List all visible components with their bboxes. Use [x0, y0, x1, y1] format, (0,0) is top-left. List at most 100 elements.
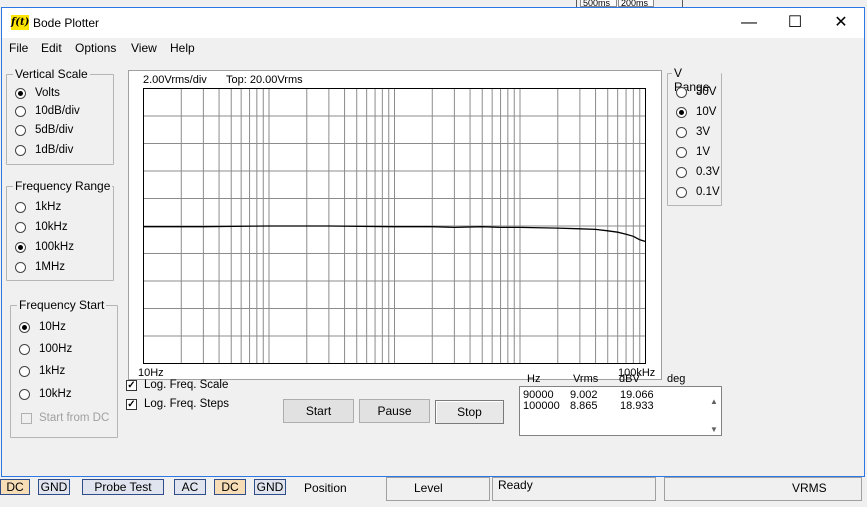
radio-label: 1MHz — [35, 261, 66, 273]
radio-10v[interactable]: 10V — [676, 104, 716, 120]
probe-test-button[interactable]: Probe Test — [82, 479, 164, 495]
radio-label: 0.3V — [696, 166, 720, 178]
radio-button[interactable] — [15, 201, 26, 213]
radio-label: 10V — [696, 106, 717, 118]
menu-options[interactable]: Options — [75, 41, 116, 55]
menu-file[interactable]: File — [9, 41, 28, 55]
pause-button[interactable]: Pause — [359, 399, 430, 423]
menu-view[interactable]: View — [131, 41, 157, 55]
log-freq-scale-checkbox[interactable]: ✓ Log. Freq. Scale — [126, 377, 228, 393]
radio-label: 10kHz — [35, 221, 68, 233]
readout-header-vrms: Vrms — [573, 373, 599, 385]
vertical-scale-group: Vertical Scale Volts 10dB/div 5dB/div 1d… — [6, 67, 114, 165]
menu-edit[interactable]: Edit — [41, 41, 62, 55]
radio-button[interactable] — [676, 146, 687, 158]
radio-label: 10kHz — [39, 388, 72, 400]
radio-100hz[interactable]: 100Hz — [19, 341, 72, 357]
close-button[interactable]: ✕ — [818, 8, 864, 38]
radio-button[interactable] — [19, 343, 30, 355]
bode-plot-area[interactable] — [143, 88, 646, 364]
radio-3v[interactable]: 3V — [676, 124, 710, 140]
top-value-label: Top: 20.00Vrms — [226, 74, 303, 86]
radio-button[interactable] — [19, 321, 30, 333]
radio-label: 1kHz — [35, 201, 62, 213]
radio-10db-div[interactable]: 10dB/div — [15, 103, 80, 119]
start-from-dc-label: Start from DC — [39, 412, 110, 424]
radio-1v[interactable]: 1V — [676, 144, 710, 160]
checkbox-box[interactable]: ✓ — [126, 379, 137, 391]
scroll-up-icon[interactable]: ▲ — [709, 397, 719, 406]
radio-button[interactable] — [15, 144, 26, 156]
radio-button[interactable] — [15, 261, 26, 273]
timebase-500ms-button[interactable]: 500ms — [580, 0, 617, 7]
radio-button[interactable] — [15, 221, 26, 233]
radio-button[interactable] — [15, 124, 26, 136]
radio-label: 10Hz — [39, 321, 66, 333]
bode-plotter-window: f(t) Bode Plotter — ☐ ✕ File Edit Option… — [1, 7, 865, 477]
radio-10hz[interactable]: 10Hz — [19, 319, 66, 335]
radio-button[interactable] — [19, 388, 30, 400]
menu-help[interactable]: Help — [170, 41, 195, 55]
radio-label: 1dB/div — [35, 144, 74, 156]
radio-button[interactable] — [15, 87, 26, 99]
radio-button[interactable] — [676, 166, 687, 178]
radio-30v[interactable]: 30V — [676, 84, 716, 100]
coupling-gnd-button[interactable]: GND — [38, 479, 70, 495]
radio-100khz[interactable]: 100kHz — [15, 239, 74, 255]
radio-label: 100Hz — [39, 343, 73, 355]
radio-label: 100kHz — [35, 241, 74, 253]
radio-start-10khz[interactable]: 10kHz — [19, 386, 72, 402]
start-from-dc-checkbox[interactable]: Start from DC — [21, 410, 109, 426]
stop-button[interactable]: Stop — [435, 400, 504, 424]
radio-0-1v[interactable]: 0.1V — [676, 184, 720, 200]
radio-1db-div[interactable]: 1dB/div — [15, 142, 73, 158]
radio-label: Volts — [35, 87, 60, 99]
radio-1khz[interactable]: 1kHz — [15, 199, 61, 215]
maximize-button[interactable]: ☐ — [772, 8, 818, 38]
readout-cell: 18.933 — [620, 400, 654, 412]
readout-header-hz: Hz — [527, 373, 541, 385]
radio-10khz[interactable]: 10kHz — [15, 219, 68, 235]
log-freq-steps-label: Log. Freq. Steps — [144, 398, 230, 410]
coupling-ac-button[interactable]: AC — [174, 479, 206, 495]
radio-button[interactable] — [15, 105, 26, 117]
radio-volts[interactable]: Volts — [15, 85, 60, 101]
checkbox-box[interactable] — [21, 412, 32, 424]
coupling-dc-button[interactable]: DC — [0, 479, 30, 495]
coupling-dc-button-2[interactable]: DC — [214, 479, 246, 495]
coupling-gnd-button-2[interactable]: GND — [254, 479, 286, 495]
timebase-200ms-button[interactable]: 200ms — [618, 0, 654, 7]
readout-cell: 100000 — [523, 400, 560, 412]
radio-button[interactable] — [676, 126, 687, 138]
frequency-start-group: Frequency Start 10Hz 100Hz 1kHz 10kHz St… — [10, 298, 118, 438]
bode-plot-panel: 2.00Vrms/div Top: 20.00Vrms 10Hz 100kHz — [128, 70, 662, 380]
radio-button[interactable] — [676, 186, 687, 198]
status-ready-label: Ready — [498, 478, 533, 492]
radio-start-1khz[interactable]: 1kHz — [19, 363, 65, 379]
checkbox-box[interactable]: ✓ — [126, 398, 137, 410]
readout-list[interactable]: 90000 9.002 19.066 100000 8.865 18.933 ▲… — [519, 386, 722, 436]
vrms-label: VRMS — [792, 481, 827, 495]
radio-1mhz[interactable]: 1MHz — [15, 259, 65, 275]
minimize-button[interactable]: — — [726, 8, 772, 38]
vertical-scale-title: Vertical Scale — [13, 67, 90, 81]
v-range-group: V Range 30V 10V 3V 1V 0.3V 0.1V — [667, 66, 722, 206]
start-button[interactable]: Start — [283, 399, 354, 423]
radio-button[interactable] — [19, 365, 30, 377]
radio-label: 0.1V — [696, 186, 720, 198]
radio-button[interactable] — [676, 106, 687, 118]
radio-button[interactable] — [15, 241, 26, 253]
vrms-panel — [664, 477, 862, 501]
radio-5db-div[interactable]: 5dB/div — [15, 122, 73, 138]
readout-header-deg: deg — [667, 373, 686, 385]
readout-cell: 8.865 — [570, 400, 598, 412]
scale-per-div-label: 2.00Vrms/div — [143, 74, 207, 86]
radio-label: 3V — [696, 126, 711, 138]
log-freq-steps-checkbox[interactable]: ✓ Log. Freq. Steps — [126, 396, 229, 412]
scroll-down-icon[interactable]: ▼ — [709, 425, 719, 434]
radio-button[interactable] — [676, 86, 687, 98]
radio-0-3v[interactable]: 0.3V — [676, 164, 720, 180]
frequency-start-title: Frequency Start — [17, 298, 107, 312]
readout-header-dbv: dBV — [619, 373, 640, 385]
title-bar[interactable]: f(t) Bode Plotter — ☐ ✕ — [2, 8, 864, 38]
